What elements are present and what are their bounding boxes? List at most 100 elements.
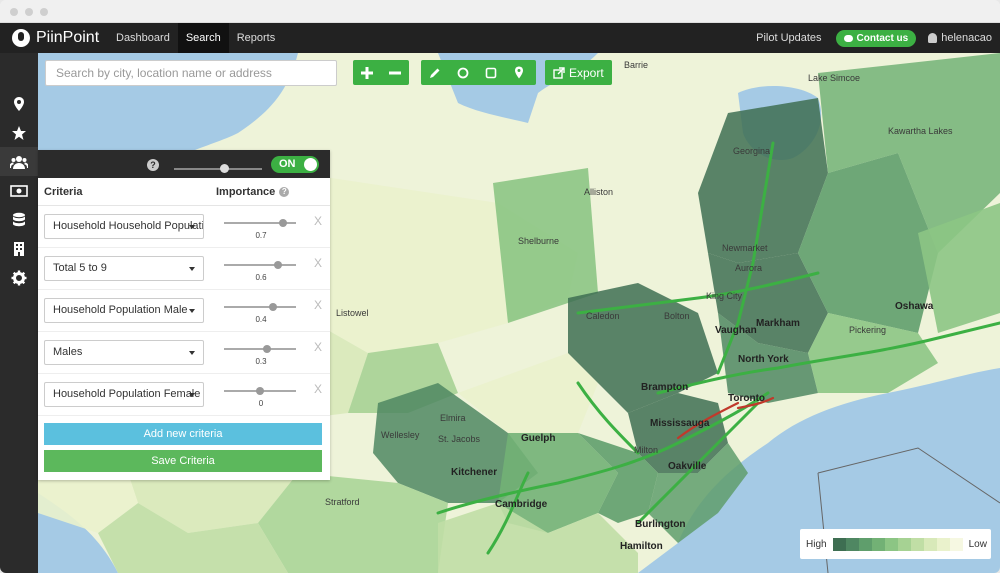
contact-us-button[interactable]: Contact us bbox=[835, 29, 917, 47]
criteria-select[interactable]: Males bbox=[44, 340, 204, 365]
sidebar-favorites-button[interactable] bbox=[0, 118, 38, 147]
add-criteria-button[interactable]: Add new criteria bbox=[44, 423, 322, 445]
importance-slider-track[interactable] bbox=[224, 264, 296, 266]
help-icon[interactable]: ? bbox=[147, 159, 159, 171]
toggle-label: ON bbox=[279, 158, 296, 170]
sidebar-location-button[interactable] bbox=[0, 89, 38, 118]
square-icon bbox=[485, 67, 497, 78]
nav-search[interactable]: Search bbox=[177, 23, 229, 53]
importance-value: 0 bbox=[258, 399, 264, 408]
caret-down-icon bbox=[189, 393, 195, 397]
map-label-shelburne: Shelburne bbox=[518, 236, 560, 246]
criteria-select-value: Household Population Male bbox=[53, 304, 188, 316]
panel-header: ? ON bbox=[38, 150, 330, 178]
window-dot-zoom[interactable] bbox=[40, 8, 48, 16]
draw-rectangle-button[interactable] bbox=[477, 60, 505, 85]
zoom-out-button[interactable] bbox=[381, 60, 409, 85]
user-menu[interactable]: helenacao bbox=[928, 32, 992, 44]
pilot-updates-link[interactable]: Pilot Updates bbox=[756, 32, 821, 44]
remove-criteria-button[interactable]: X bbox=[314, 214, 322, 228]
map-label-hamilton: Hamilton bbox=[620, 541, 663, 552]
importance-slider-track[interactable] bbox=[224, 306, 296, 308]
draw-circle-button[interactable] bbox=[449, 60, 477, 85]
sidebar-data-button[interactable] bbox=[0, 205, 38, 234]
remove-criteria-button[interactable]: X bbox=[314, 382, 322, 396]
criteria-select[interactable]: Total 5 to 9 bbox=[44, 256, 204, 281]
criteria-select-value: Males bbox=[53, 346, 83, 358]
criteria-select[interactable]: Household Household Population bbox=[44, 214, 204, 239]
window-dot-minimize[interactable] bbox=[25, 8, 33, 16]
map-label-toronto: Toronto bbox=[728, 393, 766, 404]
criteria-row: Household Household Population 0.7 X bbox=[38, 206, 330, 248]
layer-toggle[interactable]: ON bbox=[271, 156, 319, 173]
map-label-oakville: Oakville bbox=[668, 461, 707, 472]
map-label-alliston: Alliston bbox=[584, 187, 614, 197]
legend-swatch bbox=[884, 537, 898, 551]
criteria-column-header: Criteria bbox=[44, 185, 83, 198]
sidebar-demographics-button[interactable] bbox=[0, 147, 38, 176]
importance-value: 0.4 bbox=[255, 315, 267, 324]
external-link-icon bbox=[553, 66, 565, 79]
legend-color-scale bbox=[832, 537, 963, 551]
importance-column-header: Importance ? bbox=[216, 186, 290, 198]
importance-value: 0.6 bbox=[255, 273, 267, 282]
map-label-aurora: Aurora bbox=[735, 263, 763, 273]
importance-slider-knob[interactable] bbox=[274, 261, 282, 269]
map-label-kitchener: Kitchener bbox=[451, 467, 498, 478]
browser-window: PiinPoint Dashboard Search Reports Pilot… bbox=[0, 0, 1000, 573]
window-dot-close[interactable] bbox=[10, 8, 18, 16]
draw-freehand-button[interactable] bbox=[421, 60, 449, 85]
criteria-select-value: Household Household Population bbox=[53, 220, 204, 232]
importance-slider-knob[interactable] bbox=[256, 387, 264, 395]
map-label-guelph: Guelph bbox=[521, 433, 556, 444]
map-legend: High Low bbox=[800, 529, 991, 559]
drop-pin-button[interactable] bbox=[505, 60, 533, 85]
database-icon bbox=[13, 212, 25, 226]
circle-icon bbox=[457, 67, 469, 78]
map-label-mississauga: Mississauga bbox=[650, 418, 710, 429]
caret-down-icon bbox=[189, 351, 195, 355]
importance-slider-track[interactable] bbox=[224, 348, 296, 350]
criteria-row: Household Population Male 0.4 X bbox=[38, 290, 330, 332]
export-button[interactable]: Export bbox=[545, 60, 612, 85]
remove-criteria-button[interactable]: X bbox=[314, 256, 322, 270]
main-nav: Dashboard Search Reports bbox=[108, 23, 283, 53]
remove-criteria-button[interactable]: X bbox=[314, 298, 322, 312]
panel-opacity-knob[interactable] bbox=[220, 164, 229, 173]
draw-controls bbox=[421, 60, 536, 85]
importance-help-icon[interactable]: ? bbox=[279, 186, 290, 197]
app-logo[interactable]: PiinPoint bbox=[12, 27, 99, 49]
map-label-milton: Milton bbox=[634, 445, 659, 455]
sidebar-settings-button[interactable] bbox=[0, 263, 38, 292]
map-label-wellesley: Wellesley bbox=[381, 430, 420, 440]
map-label-brampton: Brampton bbox=[641, 382, 689, 393]
legend-swatch bbox=[936, 537, 950, 551]
remove-criteria-button[interactable]: X bbox=[314, 340, 322, 354]
importance-slider-knob[interactable] bbox=[279, 219, 287, 227]
legend-low-label: Low bbox=[968, 538, 987, 550]
nav-dashboard[interactable]: Dashboard bbox=[108, 23, 178, 53]
map-label-cambridge: Cambridge bbox=[495, 499, 548, 510]
panel-opacity-track[interactable] bbox=[174, 168, 262, 170]
caret-down-icon bbox=[189, 309, 195, 313]
nav-reports[interactable]: Reports bbox=[229, 23, 284, 53]
window-chrome bbox=[0, 0, 1000, 23]
zoom-in-button[interactable] bbox=[353, 60, 381, 85]
importance-slider-knob[interactable] bbox=[263, 345, 271, 353]
search-input[interactable]: Search by city, location name or address bbox=[45, 60, 337, 86]
criteria-select[interactable]: Household Population Male bbox=[44, 298, 204, 323]
sidebar-spending-button[interactable] bbox=[0, 176, 38, 205]
map-marker-icon bbox=[14, 96, 24, 111]
importance-slider-knob[interactable] bbox=[269, 303, 277, 311]
legend-swatch bbox=[832, 537, 846, 551]
map-label-georgina: Georgina bbox=[733, 146, 771, 156]
criteria-panel: ? ON Criteria Importance ? Household Hou… bbox=[38, 150, 330, 480]
criteria-row: Total 5 to 9 0.6 X bbox=[38, 248, 330, 290]
legend-swatch bbox=[897, 537, 911, 551]
zoom-controls bbox=[353, 60, 409, 85]
minus-icon bbox=[389, 71, 401, 74]
user-icon bbox=[928, 33, 938, 43]
save-criteria-button[interactable]: Save Criteria bbox=[44, 450, 322, 472]
criteria-select[interactable]: Household Population Female bbox=[44, 382, 204, 407]
sidebar-buildings-button[interactable] bbox=[0, 234, 38, 263]
